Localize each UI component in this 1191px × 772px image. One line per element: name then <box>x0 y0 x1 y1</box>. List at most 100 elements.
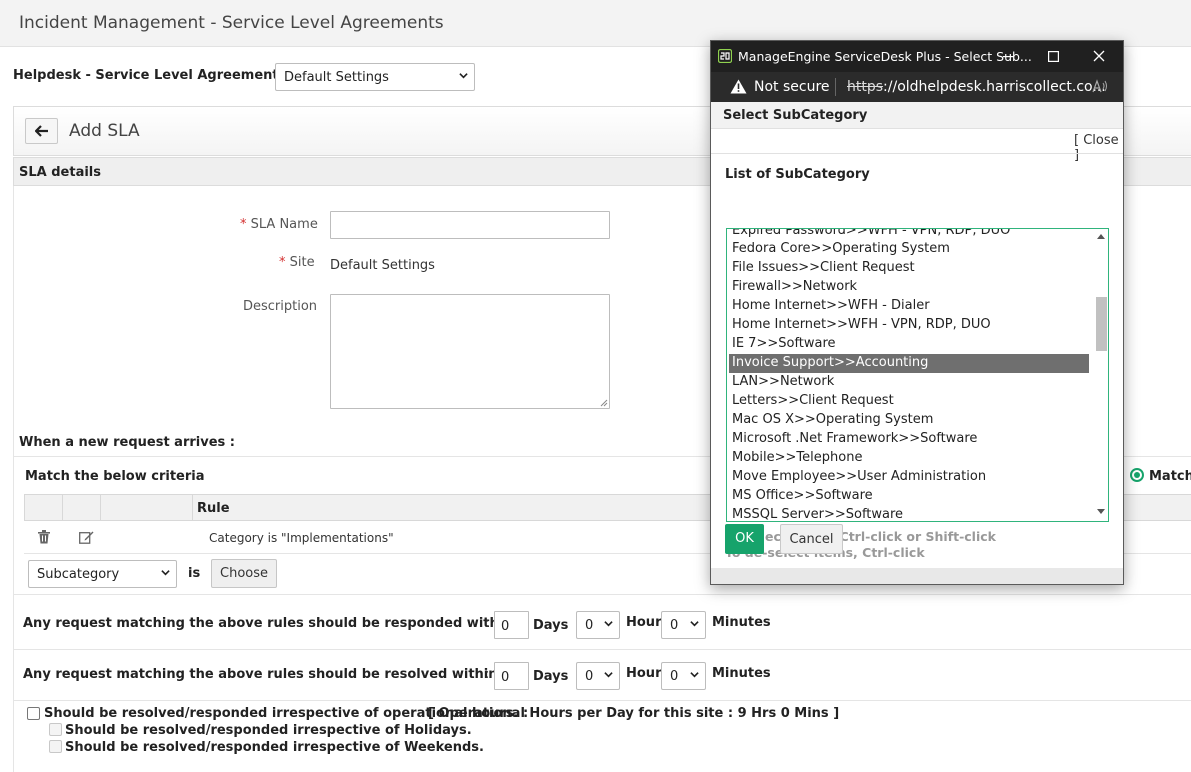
sla-name-label: * SLA Name <box>240 217 318 232</box>
resolved-days-label: Days <box>533 669 569 684</box>
chevron-down-icon <box>604 621 613 627</box>
select-hint: To select items, Ctrl-click or Shift-cli… <box>725 529 996 544</box>
list-item[interactable]: MS Office>>Software <box>729 487 1089 506</box>
list-item[interactable]: LAN>>Network <box>729 373 1089 392</box>
ok-button[interactable]: OK <box>725 524 764 554</box>
listbox-scrollbar[interactable] <box>1093 229 1108 521</box>
responded-minutes-label: Minutes <box>712 615 771 630</box>
trash-icon[interactable] <box>38 530 50 544</box>
list-item[interactable]: Home Internet>>WFH - Dialer <box>729 297 1089 316</box>
resolved-minutes-select[interactable]: 0 <box>661 662 706 690</box>
site-label: * Site <box>279 255 315 270</box>
subcategory-listbox[interactable]: Expired Password>>WFH - VPN, RDP, DUO Fe… <box>726 228 1109 522</box>
responded-hours-value: 0 <box>585 618 594 633</box>
match-all-radio[interactable] <box>1130 468 1144 482</box>
divider <box>711 153 1123 154</box>
cancel-button[interactable]: Cancel <box>780 524 843 554</box>
helpdesk-site-select-value: Default Settings <box>284 70 389 85</box>
add-sla-title: Add SLA <box>69 121 140 141</box>
resize-grip-icon[interactable] <box>600 399 608 407</box>
scrollbar-thumb[interactable] <box>1096 297 1107 351</box>
popup-titlebar: ManageEngine ServiceDesk Plus - Select S… <box>711 41 1123 72</box>
criteria-field-select[interactable]: Subcategory <box>28 560 177 588</box>
close-window-icon[interactable] <box>1093 50 1105 62</box>
choose-button[interactable]: Choose <box>211 559 277 588</box>
rule-header-label: Rule <box>197 501 230 516</box>
resolved-days-value: 0 <box>501 670 510 685</box>
back-button[interactable] <box>25 118 58 144</box>
responded-hours-select[interactable]: 0 <box>576 611 620 639</box>
responded-days-input[interactable]: 0 <box>494 611 529 639</box>
holidays-checkbox[interactable] <box>49 723 62 736</box>
operational-hours-checkbox[interactable] <box>27 707 40 720</box>
minimize-icon[interactable] <box>1003 56 1014 58</box>
responded-colon: : <box>485 616 490 631</box>
description-label: Description <box>243 299 318 314</box>
header-cell-delete <box>25 495 63 520</box>
chevron-down-icon <box>161 570 170 576</box>
select-subcategory-popup: ManageEngine ServiceDesk Plus - Select S… <box>710 40 1124 585</box>
popup-address-bar: Not secure https://oldhelpdesk.harriscol… <box>711 72 1123 102</box>
list-item[interactable]: Firewall>>Network <box>729 278 1089 297</box>
scroll-up-icon[interactable] <box>1097 234 1105 239</box>
is-label: is <box>188 566 201 581</box>
list-item[interactable]: Letters>>Client Request <box>729 392 1089 411</box>
list-item-selected[interactable]: Invoice Support>>Accounting <box>729 354 1089 373</box>
weekends-label: Should be resolved/responded irrespectiv… <box>65 740 484 755</box>
resolved-within-label: Any request matching the above rules sho… <box>23 667 498 682</box>
edit-icon[interactable] <box>79 530 94 544</box>
resolved-hours-value: 0 <box>585 669 594 684</box>
chevron-down-icon <box>690 621 699 627</box>
header-cell-blank <box>101 495 193 520</box>
resolved-colon: : <box>485 667 490 682</box>
url-text[interactable]: https://oldhelpdesk.harriscollect.co... <box>847 79 1106 95</box>
list-item[interactable]: IE 7>>Software <box>729 335 1089 354</box>
resolved-days-input[interactable]: 0 <box>494 662 529 690</box>
site-value: Default Settings <box>330 258 435 273</box>
servicedesk-logo-icon <box>718 49 732 63</box>
required-marker: * <box>240 217 247 232</box>
resolved-minutes-value: 0 <box>670 669 679 684</box>
maximize-icon[interactable] <box>1048 51 1059 62</box>
radio-dot <box>1134 472 1140 478</box>
close-link[interactable]: [ Close ] <box>1074 133 1123 163</box>
responded-days-label: Days <box>533 618 569 633</box>
resolved-hours-select[interactable]: 0 <box>576 662 620 690</box>
header-cell-edit <box>63 495 101 520</box>
divider <box>13 649 1191 650</box>
description-textarea[interactable] <box>330 294 610 409</box>
site-label-text: Site <box>289 255 315 270</box>
match-criteria-label: Match the below criteria <box>25 469 205 484</box>
page-title: Incident Management - Service Level Agre… <box>19 13 444 33</box>
list-item[interactable]: Mac OS X>>Operating System <box>729 411 1089 430</box>
popup-body: Select SubCategory [ Close ] List of Sub… <box>711 102 1123 584</box>
scroll-down-icon[interactable] <box>1097 509 1105 514</box>
list-item[interactable]: MSSQL Server>>Software <box>729 506 1089 521</box>
match-all-label: Match A <box>1149 469 1191 484</box>
subcategory-header: Select SubCategory <box>711 102 1123 129</box>
weekends-checkbox[interactable] <box>49 740 62 753</box>
helpdesk-site-select[interactable]: Default Settings <box>275 63 475 91</box>
popup-footer <box>711 568 1123 584</box>
list-item[interactable]: Move Employee>>User Administration <box>729 468 1089 487</box>
list-item[interactable]: Home Internet>>WFH - VPN, RDP, DUO <box>729 316 1089 335</box>
list-item[interactable]: File Issues>>Client Request <box>729 259 1089 278</box>
sla-name-label-text: SLA Name <box>250 217 318 232</box>
chevron-down-icon <box>690 672 699 678</box>
list-item[interactable]: Fedora Core>>Operating System <box>729 240 1089 259</box>
responded-minutes-select[interactable]: 0 <box>661 611 706 639</box>
divider <box>13 700 1191 701</box>
criteria-field-select-value: Subcategory <box>37 567 120 582</box>
operational-hours-info: [ Operational Hours per Day for this sit… <box>428 706 840 721</box>
list-item[interactable]: Microsoft .Net Framework>>Software <box>729 430 1089 449</box>
rule-text: Category is "Implementations" <box>209 531 394 545</box>
sla-name-input[interactable] <box>330 211 610 239</box>
list-item[interactable]: Mobile>>Telephone <box>729 449 1089 468</box>
resolved-minutes-label: Minutes <box>712 666 771 681</box>
popup-window-title: ManageEngine ServiceDesk Plus - Select S… <box>738 49 1032 64</box>
read-aloud-icon[interactable] <box>1092 79 1108 94</box>
new-request-label: When a new request arrives : <box>19 435 235 450</box>
warning-icon <box>730 79 747 94</box>
address-divider <box>835 78 836 96</box>
arrow-left-icon <box>35 125 48 137</box>
